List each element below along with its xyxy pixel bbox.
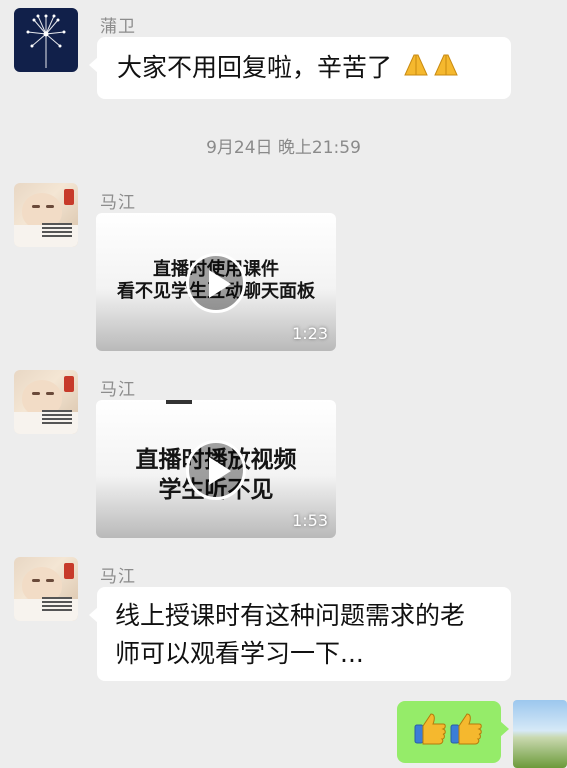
play-icon[interactable] [186,440,246,500]
message-bubble[interactable]: 线上授课时有这种问题需求的老 师可以观看学习一下... [89,587,511,681]
message-bubble[interactable] [397,701,509,763]
sender-name: 马江 [100,193,136,213]
video-duration: 1:23 [292,324,328,343]
message-text: 师可以观看学习一下... [115,639,364,668]
video-duration: 1:53 [292,511,328,530]
video-message[interactable]: 直播时播放视频 学生听不见 1:53 [96,400,336,538]
message-text: 线上授课时有这种问题需求的老 [115,601,466,630]
message-bubble[interactable]: 大家不用回复啦，辛苦了 [89,37,511,99]
my-avatar[interactable] [513,700,567,768]
video-message[interactable]: 直播时使用课件 看不见学生互动聊天面板 1:23 [96,213,336,351]
avatar[interactable] [14,183,78,247]
avatar[interactable] [14,557,78,621]
sender-name: 蒲卫 [100,17,136,37]
play-icon[interactable] [186,253,246,313]
thumbs-up-icon [413,711,485,758]
timestamp: 9月24日 晚上21:59 [206,138,361,158]
message-text: 大家不用回复啦，辛苦了 [117,53,393,82]
avatar[interactable] [14,8,78,72]
avatar[interactable] [14,370,78,434]
sender-name: 马江 [100,380,136,400]
pray-hands-icon [402,50,462,88]
sender-name: 马江 [100,567,136,587]
dandelion-icon [26,14,66,68]
